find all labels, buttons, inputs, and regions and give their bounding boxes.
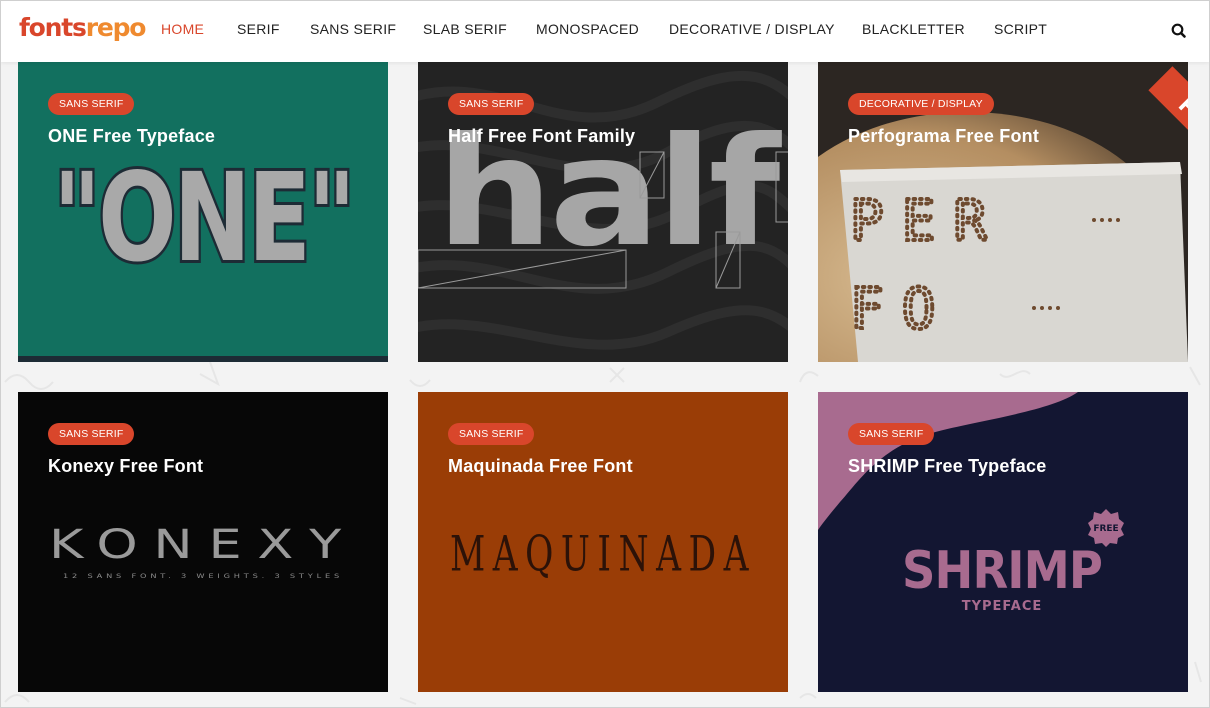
post-card-half[interactable]: half SANS SERIF Half Free Font Family xyxy=(418,62,788,362)
art-shrimp-subtitle: TYPEFACE xyxy=(962,599,1043,614)
post-card-shrimp[interactable]: SHRIMP TYPEFACE FREE SANS SERIF SHRIMP F… xyxy=(818,392,1188,692)
category-badge[interactable]: SANS SERIF xyxy=(848,423,935,445)
category-badge[interactable]: SANS SERIF xyxy=(448,93,535,115)
nav-slab-serif[interactable]: SLAB SERIF xyxy=(423,21,507,37)
search-icon[interactable] xyxy=(1169,21,1189,41)
art-konexy-subtitle: 12 SANS FONT. 3 WEIGHTS. 3 STYLES xyxy=(63,572,343,580)
nav-sans-serif[interactable]: SANS SERIF xyxy=(310,21,396,37)
category-badge[interactable]: SANS SERIF xyxy=(448,423,535,445)
card-title[interactable]: Perfograma Free Font xyxy=(848,126,1039,147)
site-logo[interactable]: fontsrepo xyxy=(19,13,147,42)
art-konexy-wordmark: KONEXY xyxy=(49,522,357,568)
card-title[interactable]: ONE Free Typeface xyxy=(48,126,215,147)
post-card-konexy[interactable]: KONEXY 12 SANS FONT. 3 WEIGHTS. 3 STYLES… xyxy=(18,392,388,692)
nav-serif[interactable]: SERIF xyxy=(237,21,280,37)
site-header: fontsrepo HOME SERIF SANS SERIF SLAB SER… xyxy=(1,1,1209,62)
card-title[interactable]: Maquinada Free Font xyxy=(448,456,633,477)
logo-part-repo: repo xyxy=(85,13,147,42)
post-card-maquinada[interactable]: MAQUINADA SANS SERIF Maquinada Free Font xyxy=(418,392,788,692)
card-title[interactable]: SHRIMP Free Typeface xyxy=(848,456,1046,477)
art-maquinada-wordmark: MAQUINADA xyxy=(450,526,756,582)
logo-part-fonts: fonts xyxy=(19,13,87,42)
post-card-one[interactable]: "ONE" SANS SERIF ONE Free Typeface xyxy=(18,62,388,362)
category-badge[interactable]: SANS SERIF xyxy=(48,423,135,445)
nav-monospaced[interactable]: MONOSPACED xyxy=(536,21,639,37)
nav-home[interactable]: HOME xyxy=(161,21,204,37)
art-shrimp-wordmark: SHRIMP xyxy=(902,541,1102,601)
card-title[interactable]: Half Free Font Family xyxy=(448,126,635,147)
nav-blackletter[interactable]: BLACKLETTER xyxy=(862,21,965,37)
art-perfograma-line-1: PER xyxy=(850,189,1005,254)
category-badge[interactable]: SANS SERIF xyxy=(48,93,135,115)
nav-script[interactable]: SCRIPT xyxy=(994,21,1047,37)
art-shrimp-free-badge: FREE xyxy=(1093,524,1118,534)
art-perfograma-line-2: FO xyxy=(850,277,953,342)
post-card-perfograma[interactable]: PER FO FREE DECORATIVE / DISPLAY Perfogr… xyxy=(818,62,1188,362)
card-title[interactable]: Konexy Free Font xyxy=(48,456,203,477)
nav-decorative-display[interactable]: DECORATIVE / DISPLAY xyxy=(669,21,835,37)
art-one-wordmark: "ONE" xyxy=(53,147,353,289)
category-badge[interactable]: DECORATIVE / DISPLAY xyxy=(848,93,994,115)
